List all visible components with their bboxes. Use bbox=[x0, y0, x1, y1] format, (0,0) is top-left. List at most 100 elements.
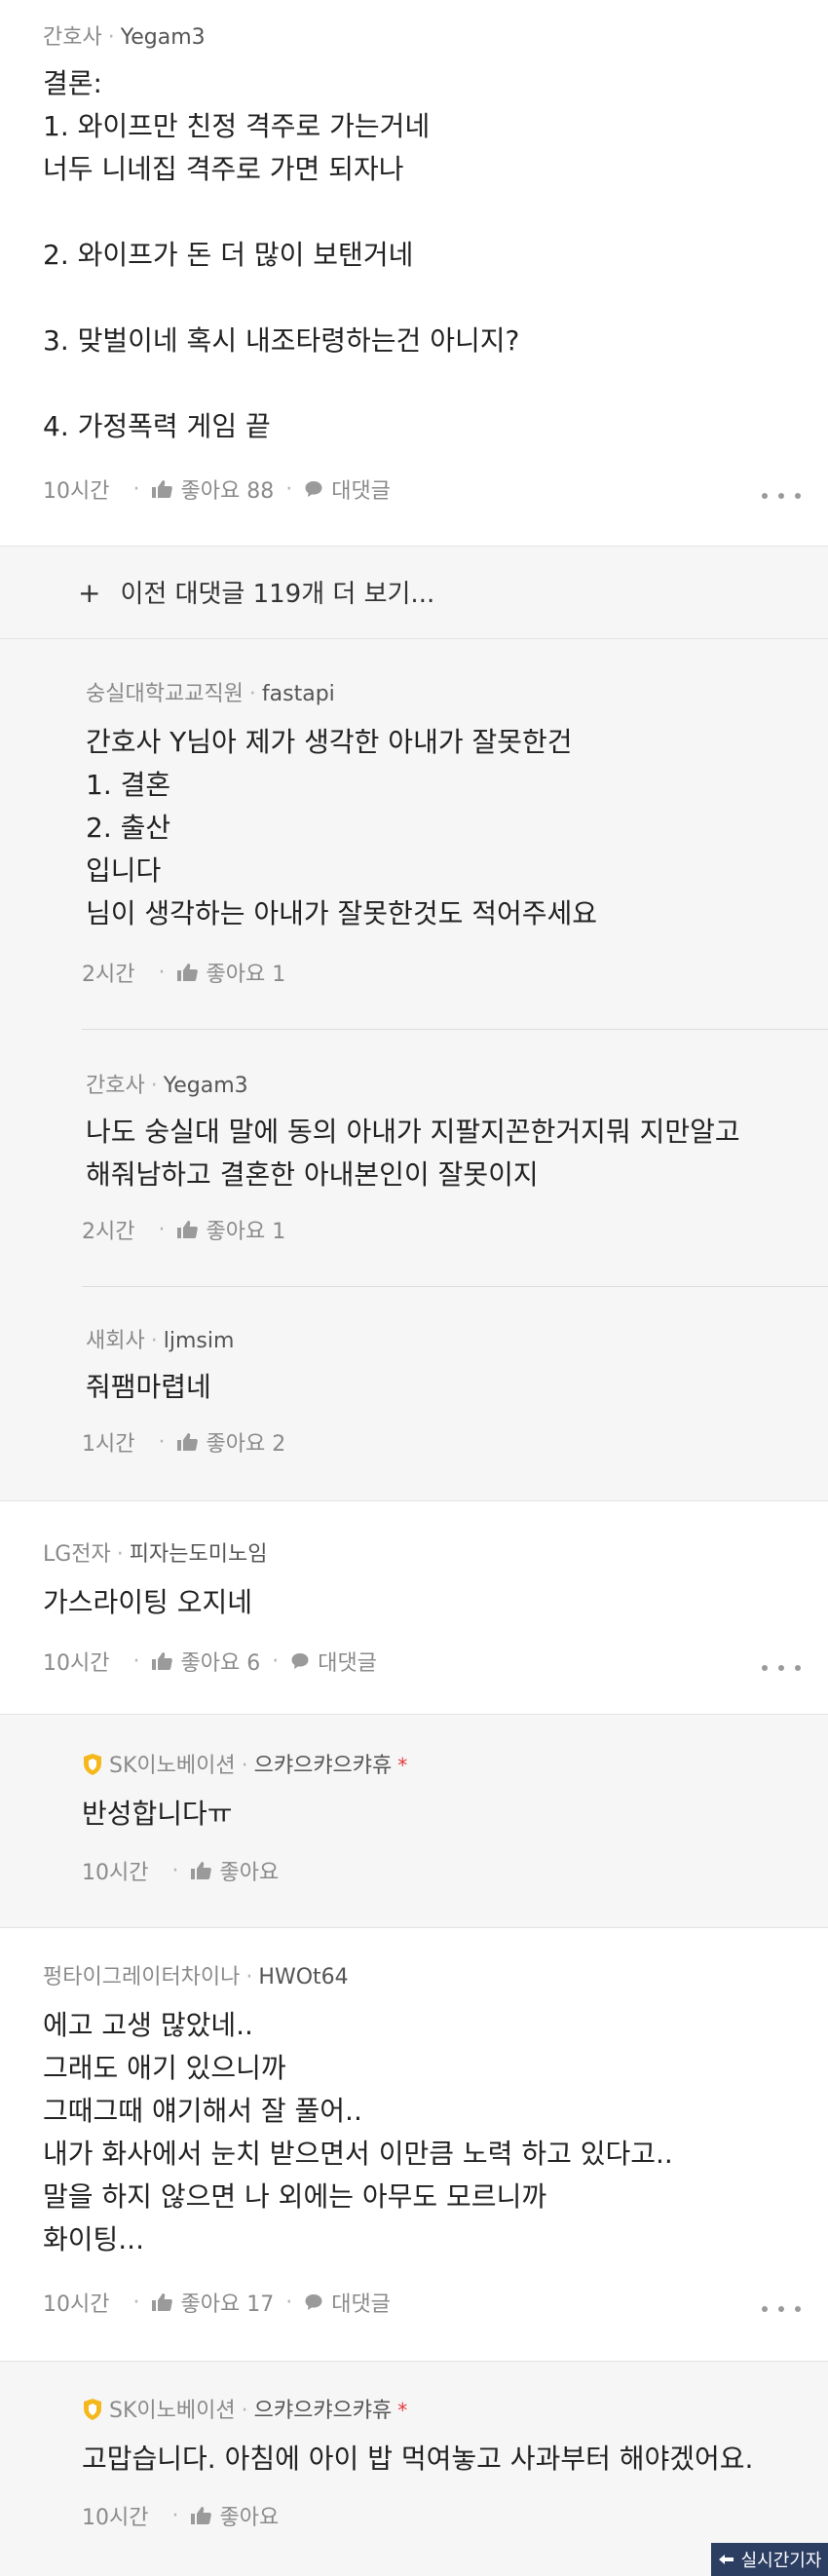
comment-time: 10시간 bbox=[43, 479, 110, 504]
comment-author: LG전자 · 피자는도미노임 bbox=[43, 1536, 267, 1568]
reply-time: 2시간 bbox=[82, 1220, 135, 1244]
reply-time: 10시간 bbox=[82, 1861, 149, 1885]
separator-dot: · bbox=[116, 1542, 124, 1567]
comment-card: 펑타이그레이터차이나 · HWOt64 에고 고생 많았네.. 그래도 애기 있으니… bbox=[0, 1928, 828, 2361]
reply-button[interactable]: 대댓글 bbox=[290, 1646, 377, 1677]
reply-group: 숭실대학교교직원 · fastapi 간호사 Y님아 제가 생각한 아내가 잘못한건… bbox=[0, 639, 828, 1500]
reply-line: 반성합니다ㅠ bbox=[82, 1798, 233, 1830]
separator-dot: · bbox=[171, 2503, 179, 2528]
load-more-label: 이전 대댓글 119개 더 보기... bbox=[120, 580, 435, 609]
comment-meta: 10시간 · 좋아요 17 · 대댓글 bbox=[43, 2287, 391, 2318]
separator-dot: · bbox=[158, 1217, 166, 1242]
reply-line: 님이 생각하는 아내가 잘못한것도 적어주세요 bbox=[86, 897, 598, 929]
reply-meta: 1시간 · 좋아요 2 bbox=[82, 1426, 285, 1458]
author-nickname[interactable]: Yegam3 bbox=[164, 1074, 248, 1098]
author-company: SK이노베이션 bbox=[109, 1754, 236, 1778]
reply-label: 대댓글 bbox=[331, 479, 391, 504]
comment-line: 그래도 애기 있으니까 bbox=[43, 2052, 286, 2084]
separator-dot: · bbox=[132, 2290, 140, 2315]
author-nickname[interactable]: 으캬으캬으캬휴 bbox=[254, 2399, 393, 2423]
like-button[interactable]: 좋아요 bbox=[190, 1855, 279, 1886]
separator-dot: · bbox=[285, 2290, 293, 2315]
author-mark: * bbox=[397, 2399, 408, 2422]
comment-author: 펑타이그레이터차이나 · HWOt64 bbox=[43, 1959, 349, 1990]
like-button[interactable]: 좋아요 1 bbox=[176, 1214, 285, 1245]
comment-time: 10시간 bbox=[43, 2292, 110, 2317]
separator-dot: · bbox=[107, 25, 115, 50]
comment-body: 에고 고생 많았네.. 그래도 애기 있으니까 그때그때 얘기해서 잘 풀어..… bbox=[43, 2004, 673, 2261]
load-more-row[interactable]: + 이전 대댓글 119개 더 보기... bbox=[78, 574, 434, 610]
like-button[interactable]: 좋아요 1 bbox=[176, 957, 285, 988]
reply-line: 입니다 bbox=[86, 854, 162, 887]
plus-icon: + bbox=[78, 577, 101, 609]
comment-body: 가스라이팅 오지네 bbox=[43, 1581, 252, 1624]
reply-meta: 10시간 · 좋아요 bbox=[82, 1855, 279, 1886]
author-nickname[interactable]: Yegam3 bbox=[121, 25, 206, 50]
reply-body: 반성합니다ㅠ bbox=[82, 1793, 233, 1836]
comment-line: 3. 맞벌이네 혹시 내조타령하는건 아니지? bbox=[43, 324, 520, 357]
like-button[interactable]: 좋아요 17 bbox=[151, 2287, 274, 2318]
like-button[interactable]: 좋아요 bbox=[190, 2500, 279, 2531]
like-button[interactable]: 좋아요 6 bbox=[151, 1646, 260, 1677]
more-options-icon[interactable] bbox=[762, 489, 801, 503]
comment-card: LG전자 · 피자는도미노임 가스라이팅 오지네 10시간 · 좋아요 6 · 대댓… bbox=[0, 1501, 828, 1714]
comment-body: 결론: 1. 와이프만 친정 격주로 가는거네 너두 니네집 격주로 가면 되자… bbox=[43, 62, 519, 448]
reply-time: 10시간 bbox=[82, 2506, 149, 2530]
author-company: 펑타이그레이터차이나 bbox=[43, 1965, 241, 1989]
comment-line bbox=[43, 362, 519, 405]
like-count: 좋아요 1 bbox=[206, 1220, 286, 1244]
separator-dot: · bbox=[241, 1754, 248, 1778]
like-button[interactable]: 좋아요 88 bbox=[151, 474, 274, 505]
author-mark: * bbox=[397, 1754, 408, 1777]
comment-line: 가스라이팅 오지네 bbox=[43, 1586, 252, 1618]
thumbs-up-icon bbox=[152, 2293, 173, 2311]
thumbs-up-icon bbox=[177, 1221, 199, 1238]
reply-author: SK이노베이션 · 으캬으캬으캬휴 * bbox=[82, 1748, 407, 1779]
comment-author: 간호사 · Yegam3 bbox=[43, 19, 206, 51]
author-company: 간호사 bbox=[86, 1074, 145, 1098]
reply-author: 간호사 · Yegam3 bbox=[86, 1068, 248, 1099]
thumbs-up-icon bbox=[177, 964, 199, 981]
reply-group: SK이노베이션 · 으캬으캬으캬휴 * 고맙습니다. 아침에 아이 밥 먹여놓고 사과… bbox=[0, 2362, 828, 2576]
author-nickname[interactable]: HWOt64 bbox=[258, 1965, 348, 1989]
reply-button[interactable]: 대댓글 bbox=[304, 2287, 391, 2318]
divider bbox=[82, 1286, 828, 1287]
comment-line: 결론: bbox=[43, 67, 102, 99]
separator-dot: · bbox=[241, 2399, 248, 2423]
author-nickname[interactable]: 으캬으캬으캬휴 bbox=[254, 1754, 393, 1778]
like-count: 좋아요 bbox=[219, 2506, 280, 2530]
author-nickname[interactable]: fastapi bbox=[262, 682, 335, 706]
reply-line: 나도 숭실대 말에 동의 아내가 지팔지꼰한거지뭐 지만알고 bbox=[86, 1116, 740, 1148]
author-company: 새회사 bbox=[86, 1329, 145, 1353]
thumbs-up-icon bbox=[152, 1652, 173, 1670]
comment-meta: 10시간 · 좋아요 88 · 대댓글 bbox=[43, 474, 391, 505]
reply-line: 2. 출산 bbox=[86, 812, 171, 844]
reply-line: 간호사 Y님아 제가 생각한 아내가 잘못한건 bbox=[86, 726, 573, 758]
reply-label: 대댓글 bbox=[331, 2292, 391, 2317]
separator-dot: · bbox=[150, 1074, 158, 1098]
more-options-icon[interactable] bbox=[762, 2302, 801, 2316]
reply-group: SK이노베이션 · 으캬으캬으캬휴 * 반성합니다ㅠ 10시간 · 좋아요 bbox=[0, 1715, 828, 1927]
reply-button[interactable]: 대댓글 bbox=[304, 474, 391, 505]
speech-bubble-icon bbox=[305, 481, 322, 497]
load-more-replies[interactable]: + 이전 대댓글 119개 더 보기... bbox=[0, 547, 828, 638]
author-nickname[interactable]: 피자는도미노임 bbox=[130, 1542, 268, 1567]
comment-line bbox=[43, 277, 519, 320]
author-company: 간호사 bbox=[43, 25, 102, 50]
separator-dot: · bbox=[245, 1965, 253, 1989]
thumbs-up-icon bbox=[177, 1433, 199, 1451]
divider bbox=[82, 1029, 828, 1030]
separator-dot: · bbox=[171, 1858, 179, 1883]
more-options-icon[interactable] bbox=[762, 1661, 801, 1675]
reply-meta: 2시간 · 좋아요 1 bbox=[82, 1214, 285, 1245]
badge-shield-icon bbox=[84, 1754, 101, 1775]
separator-dot: · bbox=[158, 1429, 166, 1455]
separator-dot: · bbox=[132, 476, 140, 502]
separator-dot: · bbox=[158, 960, 166, 985]
author-nickname[interactable]: ljmsim bbox=[164, 1329, 235, 1353]
separator-dot: · bbox=[150, 1329, 158, 1353]
separator-dot: · bbox=[272, 1648, 280, 1674]
reply-body: 간호사 Y님아 제가 생각한 아내가 잘못한건 1. 결혼 2. 출산 입니다 … bbox=[86, 721, 597, 935]
like-button[interactable]: 좋아요 2 bbox=[176, 1426, 285, 1458]
comment-time: 10시간 bbox=[43, 1651, 110, 1676]
